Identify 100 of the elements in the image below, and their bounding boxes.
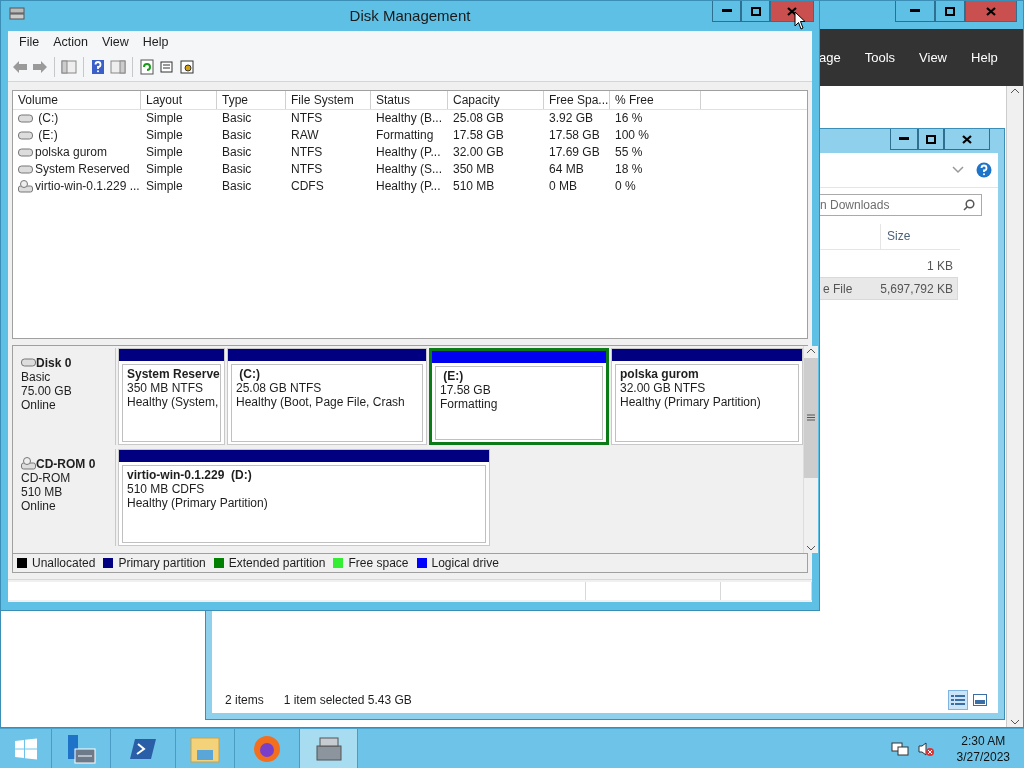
legend-label: Primary partition xyxy=(118,556,206,571)
column-header[interactable]: % Free xyxy=(610,90,701,109)
partition-size: 510 MB CDFS xyxy=(127,481,206,496)
terminal-icon xyxy=(129,737,157,761)
drive-icon xyxy=(18,147,33,157)
partition-status: Healthy (Primary Partition) xyxy=(620,394,762,409)
volume-row[interactable]: virtio-win-0.1.229 ... Simple Basic CDFS Healthy (P... 510 MB 0 MB 0 % xyxy=(13,177,807,195)
partition-title: (C:) xyxy=(238,366,261,381)
column-header[interactable]: File System xyxy=(286,90,371,109)
scroll-down-icon xyxy=(1010,717,1020,727)
drive-icon xyxy=(21,358,36,368)
minimize-icon xyxy=(899,137,909,141)
clock-time: 2:30 AM xyxy=(961,733,1006,749)
search-field[interactable]: n Downloads xyxy=(819,194,982,216)
column-header[interactable]: Layout xyxy=(141,90,217,109)
details-view-button[interactable] xyxy=(948,690,968,710)
volume-row[interactable]: (E:) Simple Basic RAW Formatting 17.58 GB 17.58 GB 100 % xyxy=(13,126,807,144)
column-header[interactable]: Volume xyxy=(13,90,141,109)
refresh-icon xyxy=(139,58,155,75)
column-header[interactable]: Capacity xyxy=(448,90,544,109)
close-button[interactable] xyxy=(944,129,990,150)
partition-size: 25.08 GB NTFS xyxy=(236,380,323,395)
volume-row[interactable]: (C:) Simple Basic NTFS Healthy (B... 25.08 GB 3.92 GB 16 % xyxy=(13,109,807,127)
file-row[interactable]: 1 KB xyxy=(818,254,958,277)
table-cell: 17.69 GB xyxy=(549,145,600,160)
close-icon xyxy=(986,6,996,16)
table-cell: Simple xyxy=(146,145,183,160)
partition-block[interactable]: polska gurom 32.00 GB NTFS Healthy (Primary Partition) xyxy=(611,347,803,445)
partition-block[interactable]: virtio-win-0.1.229 (D:) 510 MB CDFS Healthy (Primary Partition) xyxy=(118,448,490,546)
table-cell: 25.08 GB xyxy=(453,111,504,126)
disk-name: Disk 0 xyxy=(36,355,72,370)
disk-management-button[interactable] xyxy=(300,729,358,768)
table-cell: 32.00 GB xyxy=(453,145,504,160)
partition-size: 32.00 GB NTFS xyxy=(620,380,707,395)
legend-label: Logical drive xyxy=(431,556,499,571)
table-cell: Healthy (S... xyxy=(376,162,443,177)
legend-label: Unallocated xyxy=(32,556,96,571)
chevron-down-icon xyxy=(952,166,964,174)
partition-block[interactable]: System Reserve 350 MB NTFS Healthy (System, xyxy=(118,347,225,445)
table-cell-text: (C:) xyxy=(37,111,59,126)
menu-item[interactable]: Help xyxy=(135,34,176,49)
folder-icon xyxy=(189,734,221,764)
file-row[interactable]: e File 5,697,792 KB xyxy=(818,277,958,300)
partition-block[interactable]: (E:) 17.58 GB Formatting xyxy=(429,347,609,445)
menu-item[interactable]: View xyxy=(94,34,136,49)
menu-item[interactable]: Tools xyxy=(864,50,896,65)
table-cell: 350 MB xyxy=(453,162,495,177)
table-cell: Basic xyxy=(222,111,252,126)
column-header[interactable]: Status xyxy=(371,90,448,109)
volume-row[interactable]: System Reserved Simple Basic NTFS Healthy (S... 350 MB 64 MB 18 % xyxy=(13,160,807,178)
table-cell: CDFS xyxy=(291,179,324,194)
table-cell: 100 % xyxy=(615,128,650,143)
table-cell: 17.58 GB xyxy=(549,128,600,143)
table-cell: Basic xyxy=(222,179,252,194)
table-cell: 17.58 GB xyxy=(453,128,504,143)
column-header[interactable]: Type xyxy=(217,90,286,109)
partition-status: Formatting xyxy=(440,396,499,411)
menu-item[interactable]: View xyxy=(919,50,947,65)
minimize-button[interactable] xyxy=(712,1,741,22)
scrollbar[interactable] xyxy=(1006,86,1023,727)
menu-item[interactable]: File xyxy=(12,34,47,49)
minimize-button[interactable] xyxy=(890,129,918,150)
menu-item[interactable]: Action xyxy=(46,34,95,49)
scrollbar[interactable] xyxy=(803,345,818,554)
table-cell: 18 % xyxy=(615,162,643,177)
table-cell: Basic xyxy=(222,162,252,177)
partition-block[interactable]: (C:) 25.08 GB NTFS Healthy (Boot, Page File, Crash xyxy=(227,347,427,445)
table-cell: Simple xyxy=(146,162,183,177)
table-cell: Healthy (P... xyxy=(376,179,441,194)
menu-item[interactable]: age xyxy=(819,50,841,65)
legend-label: Extended partition xyxy=(228,556,326,571)
cd-drive-icon xyxy=(21,457,36,471)
help-icon xyxy=(90,58,106,75)
partition-status: Healthy (Boot, Page File, Crash xyxy=(236,394,406,409)
disk-type: CD-ROM xyxy=(21,470,72,485)
partition-status: Healthy (System, xyxy=(127,394,216,409)
action-pane-icon xyxy=(110,58,126,75)
table-cell: 16 % xyxy=(615,111,643,126)
close-button[interactable] xyxy=(770,1,814,22)
legend-label: Free space xyxy=(348,556,409,571)
volume-row[interactable]: polska gurom Simple Basic NTFS Healthy (P... 32.00 GB 17.69 GB 55 % xyxy=(13,143,807,161)
column-header[interactable]: Size xyxy=(880,224,960,249)
maximize-icon xyxy=(945,6,955,16)
scroll-up-icon xyxy=(1010,86,1020,96)
minimize-icon xyxy=(721,9,732,13)
firefox-icon xyxy=(252,734,282,764)
minimize-button[interactable] xyxy=(895,1,935,22)
table-cell: NTFS xyxy=(291,111,323,126)
table-cell: Formatting xyxy=(376,128,434,143)
cd-drive-icon xyxy=(18,179,33,193)
partition-size: 17.58 GB xyxy=(440,382,492,397)
table-cell: Simple xyxy=(146,179,183,194)
maximize-button[interactable] xyxy=(918,129,944,150)
drive-icon xyxy=(18,113,33,123)
column-header[interactable]: Free Spa... xyxy=(544,90,610,109)
table-cell: NTFS xyxy=(291,162,323,177)
menu-item[interactable]: Help xyxy=(971,50,998,65)
table-cell: Basic xyxy=(222,128,252,143)
table-cell: Simple xyxy=(146,111,183,126)
disk-management-icon xyxy=(9,6,25,22)
